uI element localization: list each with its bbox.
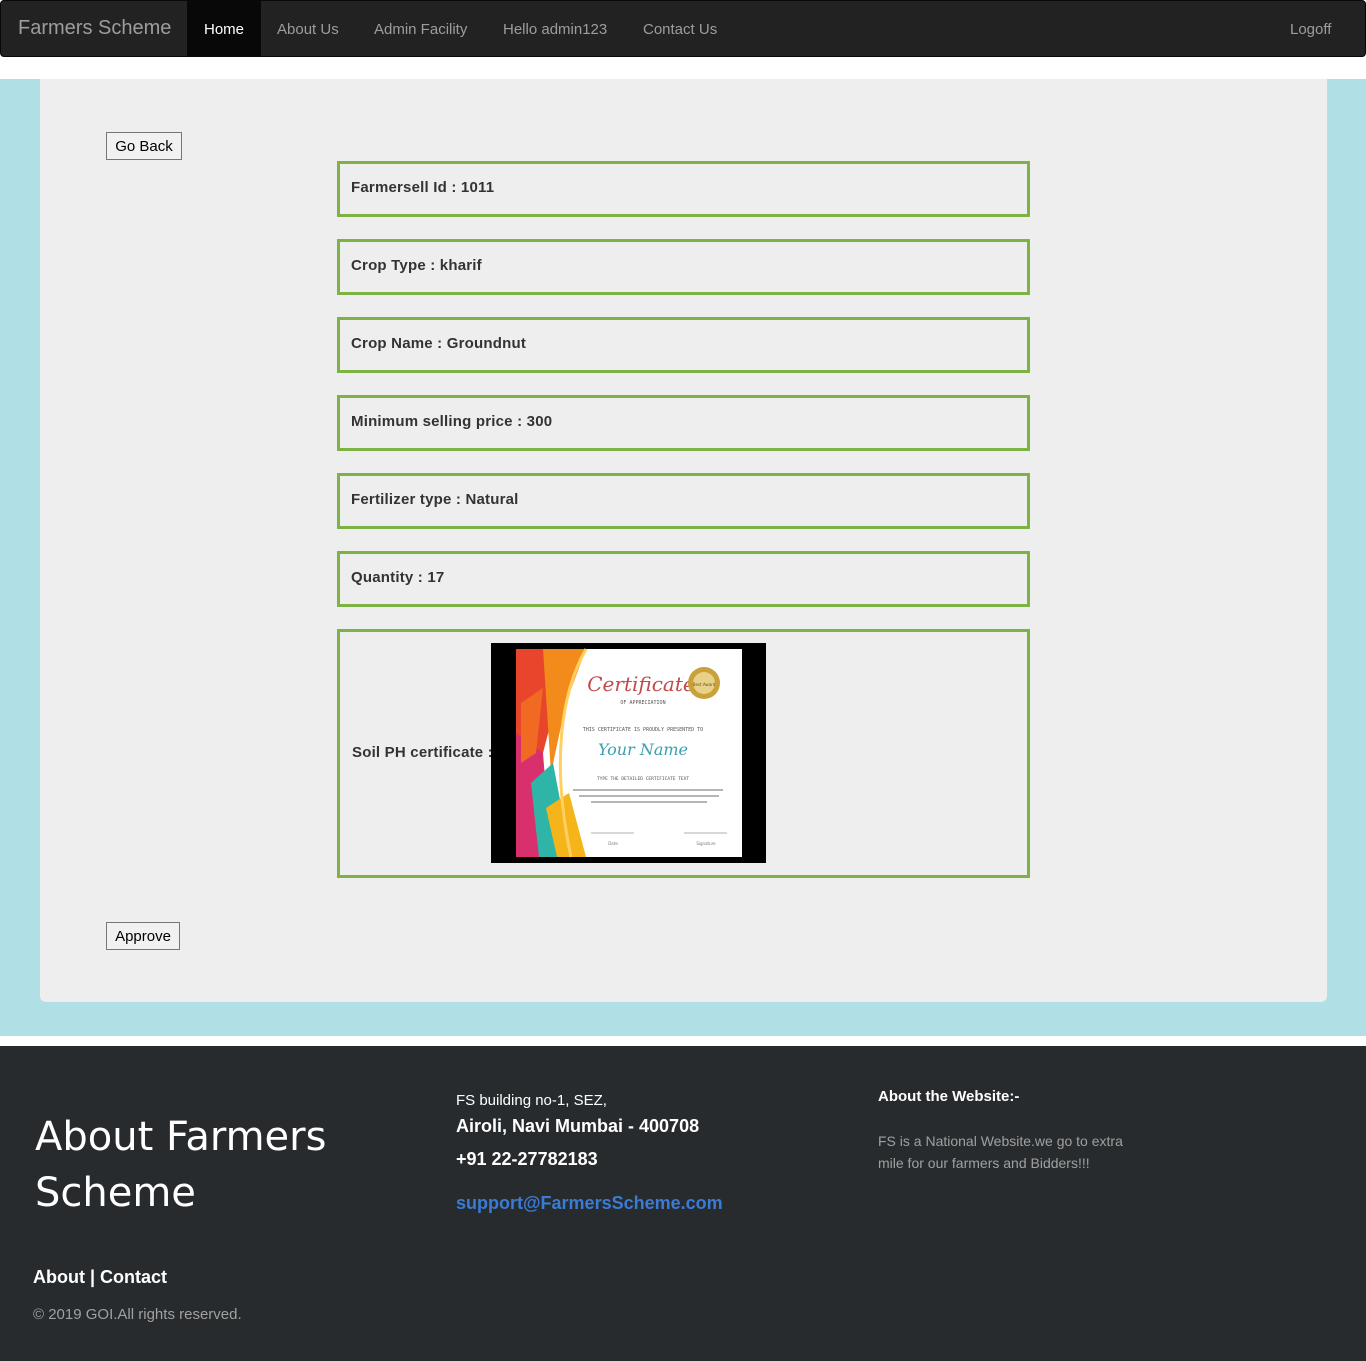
certificate-title: Certificate <box>587 672 694 696</box>
fertilizer-text: Fertilizer type : Natural <box>351 491 519 508</box>
footer-email-link[interactable]: support@FarmersScheme.com <box>456 1193 723 1214</box>
nav-home[interactable]: Home <box>187 1 261 56</box>
top-navbar: Farmers Scheme Home About Us Admin Facil… <box>0 0 1366 57</box>
certificate-name: Your Name <box>598 740 688 759</box>
crop-type-field: Crop Type : kharif <box>337 239 1030 295</box>
details-panel: Go Back Farmersell Id : 1011 Crop Type :… <box>40 79 1327 1002</box>
soil-ph-certificate-image: Certificate Best Award OF APPRECIATION T… <box>491 643 766 863</box>
certificate-badge: Best Award <box>693 682 716 687</box>
certificate-detail: TYPE THE DETAILED CERTIFICATE TEXT <box>597 776 689 782</box>
brand-link[interactable]: Farmers Scheme <box>18 17 171 40</box>
footer-address-line2: Airoli, Navi Mumbai - 400708 <box>456 1116 700 1136</box>
go-back-button[interactable]: Go Back <box>106 132 182 160</box>
certificate-subtitle: OF APPRECIATION <box>620 700 665 706</box>
min-price-field: Minimum selling price : 300 <box>337 395 1030 451</box>
footer-phone: +91 22-27782183 <box>456 1149 598 1169</box>
quantity-text: Quantity : 17 <box>351 569 445 586</box>
farmersell-id-text: Farmersell Id : 1011 <box>351 179 495 196</box>
crop-type-text: Crop Type : kharif <box>351 257 482 274</box>
soil-ph-field: Soil PH certificate : Certificate Best A… <box>337 629 1030 878</box>
quantity-field: Quantity : 17 <box>337 551 1030 607</box>
site-footer: About Farmers Scheme About | Contact © 2… <box>0 1046 1366 1361</box>
crop-name-field: Crop Name : Groundnut <box>337 317 1030 373</box>
approve-button[interactable]: Approve <box>106 922 180 950</box>
min-price-text: Minimum selling price : 300 <box>351 413 553 430</box>
fertilizer-field: Fertilizer type : Natural <box>337 473 1030 529</box>
footer-links[interactable]: About | Contact <box>33 1267 167 1288</box>
footer-about-heading: About the Website:- <box>878 1088 1020 1105</box>
soil-ph-label: Soil PH certificate : <box>352 744 493 761</box>
footer-about-text: FS is a National Website.we go to extra … <box>878 1133 1123 1171</box>
main-area: Go Back Farmersell Id : 1011 Crop Type :… <box>0 79 1366 1036</box>
nav-hello-user[interactable]: Hello admin123 <box>503 1 607 56</box>
footer-address-line1: FS building no-1, SEZ, <box>456 1092 607 1109</box>
crop-name-text: Crop Name : Groundnut <box>351 335 527 352</box>
footer-copyright: © 2019 GOI.All rights reserved. <box>33 1306 242 1323</box>
certificate-date-label: Date <box>608 841 618 846</box>
nav-logoff[interactable]: Logoff <box>1290 1 1331 56</box>
nav-contact-us[interactable]: Contact Us <box>643 1 717 56</box>
nav-about-us[interactable]: About Us <box>277 1 339 56</box>
certificate-graphic: Certificate Best Award OF APPRECIATION T… <box>516 648 742 858</box>
nav-admin-facility[interactable]: Admin Facility <box>374 1 467 56</box>
footer-title: About Farmers Scheme <box>35 1114 327 1216</box>
farmersell-id-field: Farmersell Id : 1011 <box>337 161 1030 217</box>
certificate-presented: THIS CERTIFICATE IS PROUDLY PRESENTED TO <box>583 727 703 733</box>
certificate-signature-label: Signature <box>696 841 716 846</box>
